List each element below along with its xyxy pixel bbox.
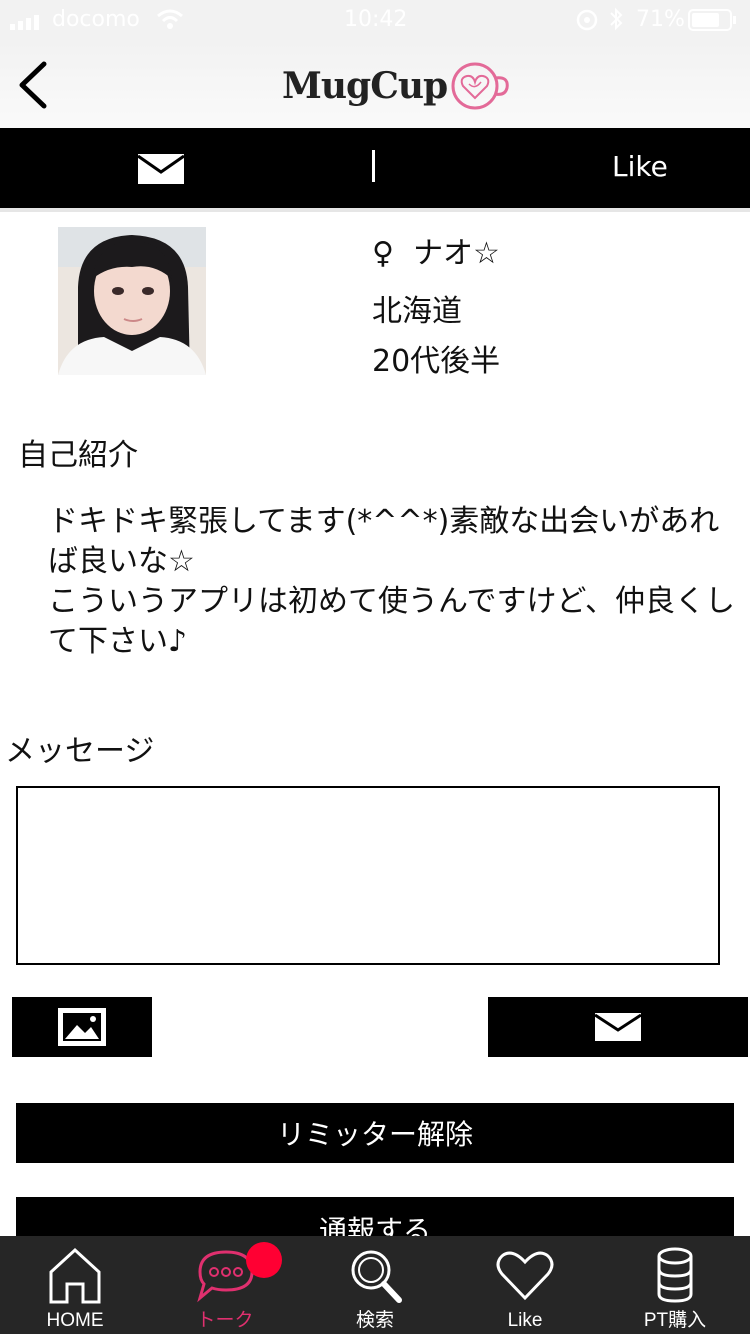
divider (0, 208, 750, 212)
limiter-release-button[interactable]: リミッター解除 (16, 1103, 734, 1163)
profile-action-bar: Like (0, 128, 750, 208)
profile-photo[interactable] (58, 227, 206, 375)
tab-label: PT購入 (643, 1310, 707, 1331)
tab-label: トーク (196, 1310, 254, 1331)
battery-icon (688, 9, 738, 37)
intro-text: ドキドキ緊張してます(*^^*)素敵な出会いがあれば良いな☆ こういうアプリは初… (48, 504, 735, 659)
status-bar: docomo 10:42 71% (0, 0, 750, 40)
wifi-icon (156, 8, 184, 36)
location-icon (576, 9, 598, 37)
battery-percent: 71% (636, 7, 685, 32)
search-icon (351, 1250, 402, 1303)
signal-icon (10, 11, 46, 36)
chevron-left-icon (19, 61, 47, 109)
like-button[interactable]: Like (612, 150, 668, 183)
carrier-label: docomo (52, 7, 140, 32)
mail-button[interactable] (137, 154, 185, 188)
image-icon (58, 1008, 106, 1046)
home-icon (49, 1247, 101, 1304)
profile-age: 20代後半 (372, 344, 501, 379)
coins-icon (657, 1247, 693, 1303)
mug-heart-icon (451, 62, 509, 110)
heart-icon (496, 1251, 554, 1301)
gender-icon: ♀ (372, 236, 394, 271)
tab-label: Like (507, 1310, 543, 1331)
tab-pt-purchase[interactable]: PT購入 (600, 1236, 750, 1334)
profile-name: ナオ☆ (413, 236, 500, 271)
mail-icon (595, 1013, 641, 1041)
divider (372, 150, 375, 182)
tab-search[interactable]: 検索 (300, 1236, 450, 1334)
tab-label: HOME (46, 1310, 104, 1331)
notification-badge (246, 1242, 282, 1278)
app-logo: MugCup (282, 56, 515, 116)
nav-header: MugCup (0, 40, 750, 128)
back-button[interactable] (14, 58, 58, 112)
send-message-button[interactable] (488, 997, 748, 1057)
profile-region: 北海道 (372, 294, 462, 329)
logo-text: MugCup (282, 65, 448, 107)
tab-label: 検索 (355, 1310, 394, 1331)
message-input[interactable] (16, 786, 720, 965)
intro-heading: 自己紹介 (18, 438, 138, 473)
message-heading: メッセージ (5, 734, 155, 769)
tab-home[interactable]: HOME (0, 1236, 150, 1334)
bluetooth-icon (609, 7, 623, 37)
tab-like[interactable]: Like (450, 1236, 600, 1334)
clock: 10:42 (344, 7, 408, 32)
attach-image-button[interactable] (12, 997, 152, 1057)
tab-bar: HOME トーク 検索 Like PT購入 (0, 1236, 750, 1334)
mail-icon (137, 154, 185, 184)
profile-name-row: ♀ ナオ☆ (372, 228, 500, 272)
